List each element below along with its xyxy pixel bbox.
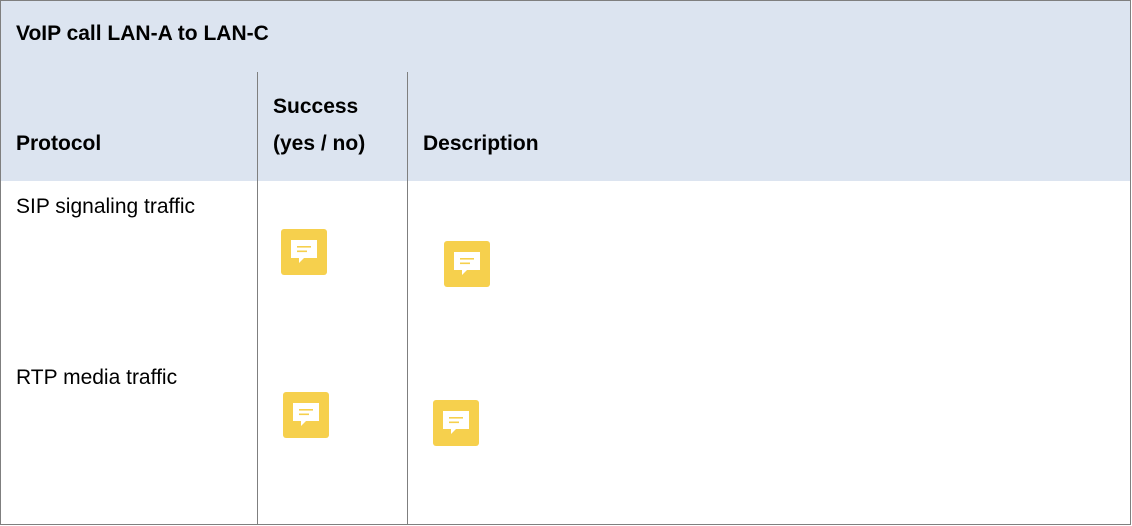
comment-icon[interactable] xyxy=(281,229,327,275)
table-title: VoIP call LAN-A to LAN-C xyxy=(16,22,269,45)
header-protocol: Protocol xyxy=(16,132,102,155)
header-description: Description xyxy=(423,132,539,155)
column-divider xyxy=(407,72,408,181)
header-success-line2: (yes / no) xyxy=(273,132,366,155)
header-success-line1: Success xyxy=(273,95,359,118)
column-divider xyxy=(407,352,408,524)
column-divider xyxy=(257,72,258,181)
comment-icon[interactable] xyxy=(433,400,479,446)
column-divider xyxy=(257,181,258,352)
table-header-row: Protocol Success (yes / no) Description xyxy=(0,72,1131,182)
table-title-row: VoIP call LAN-A to LAN-C xyxy=(0,0,1131,73)
comment-icon[interactable] xyxy=(283,392,329,438)
column-divider xyxy=(407,181,408,352)
voip-call-table: VoIP call LAN-A to LAN-C Protocol Succes… xyxy=(0,0,1131,525)
protocol-cell: SIP signaling traffic xyxy=(16,195,195,218)
column-divider xyxy=(257,352,258,524)
header-success: Success (yes / no) xyxy=(273,88,403,162)
comment-icon[interactable] xyxy=(444,241,490,287)
protocol-cell: RTP media traffic xyxy=(16,366,178,389)
table-row: RTP media traffic xyxy=(0,352,1131,525)
table-row: SIP signaling traffic xyxy=(0,181,1131,353)
